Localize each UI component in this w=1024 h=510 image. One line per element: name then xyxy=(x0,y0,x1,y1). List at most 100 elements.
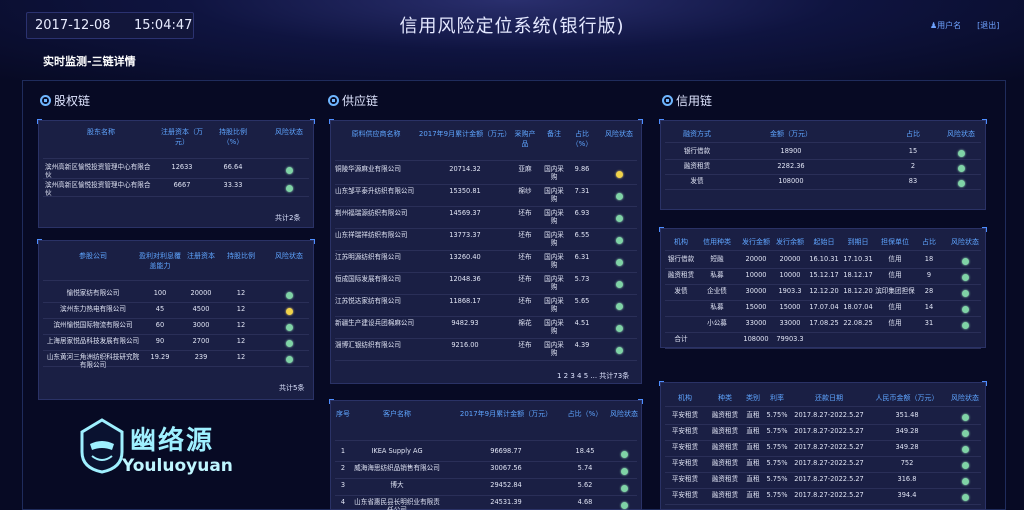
table-cell: 10000 xyxy=(745,271,767,279)
table-cell: 融资租赁 xyxy=(683,162,711,170)
table-header: 股东名称 xyxy=(87,128,115,136)
table-cell: 国内采购 xyxy=(544,187,564,203)
table-cell: 合计 xyxy=(674,335,688,343)
table-cell: 坯布 xyxy=(518,253,532,261)
table-header: 还款日期 xyxy=(815,394,843,402)
risk-status-dot xyxy=(962,258,969,265)
table-header: 发行余额 xyxy=(776,238,804,246)
table-header: 融资方式 xyxy=(683,130,711,138)
table-cell: 小公募 xyxy=(707,319,727,327)
table-cell: 融资租赁 xyxy=(711,475,739,483)
table-header: 序号 xyxy=(336,410,350,418)
table-header: 占比（%） xyxy=(567,410,603,418)
watermark-en: Youluoyuan xyxy=(122,456,233,476)
risk-status-dot xyxy=(962,414,969,421)
table-cell: 5.65 xyxy=(574,297,590,305)
risk-status-dot xyxy=(286,185,293,192)
user-link[interactable]: ♟用户名 xyxy=(930,21,969,30)
table-cell: 5.75% xyxy=(766,475,788,483)
table-footer[interactable]: 共计5条 xyxy=(279,383,304,393)
table-cell: 融资租赁 xyxy=(711,411,739,419)
risk-status-dot xyxy=(616,281,623,288)
table-cell: 发债 xyxy=(690,177,704,185)
table-header: 盈利对利息覆盖能力 xyxy=(139,252,181,270)
table-cell: 上海居家悦品科技发展有限公司 xyxy=(46,337,140,345)
table-cell: 平安租赁 xyxy=(671,459,699,467)
table-cell: 22.08.25 xyxy=(843,319,873,327)
table-cell: 33000 xyxy=(745,319,767,327)
table-cell: 国内采购 xyxy=(544,297,564,313)
table-cell: 5.74 xyxy=(577,464,593,472)
table-cell: 融资租赁 xyxy=(711,491,739,499)
table-header: 注册资本 xyxy=(187,252,215,260)
risk-status-dot xyxy=(962,446,969,453)
table-cell: 信用 xyxy=(888,303,902,311)
table-cell: 18.07.04 xyxy=(843,303,873,311)
table-cell: 2 xyxy=(340,464,346,472)
table-cell: 平安租赁 xyxy=(671,491,699,499)
table-header: 担保单位 xyxy=(881,238,909,246)
table-cell: 棉纱 xyxy=(518,187,532,195)
table-cell: 20000 xyxy=(190,289,212,297)
risk-status-dot xyxy=(286,340,293,347)
table-cell: 山东祥瑞祥纺织有限公司 xyxy=(335,231,408,239)
table-cell: 坯布 xyxy=(518,231,532,239)
table-cell: 33.33 xyxy=(223,181,243,189)
header-divider xyxy=(43,280,309,281)
table-cell: 银行借款 xyxy=(667,255,695,263)
table-cell: 2017.8.27-2022.5.27 xyxy=(794,427,864,435)
table-cell: 国内采购 xyxy=(544,253,564,269)
table-footer[interactable]: 1 2 3 4 5 ... 共计73条 xyxy=(557,371,629,381)
table-header: 占比 xyxy=(906,130,920,138)
table-cell: 18.12.20 xyxy=(843,287,873,295)
table-cell: 国内采购 xyxy=(544,275,564,291)
table-cell: 平安租赁 xyxy=(671,475,699,483)
page-title: 信用风险定位系统(银行版) xyxy=(399,16,625,37)
table-header: 占比（%） xyxy=(571,130,593,148)
table-cell: 3000 xyxy=(192,321,210,329)
table-cell: 31 xyxy=(924,319,934,327)
table-cell: 11868.17 xyxy=(449,297,481,305)
table-cell: 10000 xyxy=(779,271,801,279)
table-cell: 349.28 xyxy=(895,443,919,451)
breadcrumb: 实时监测-三链详情 xyxy=(43,55,136,68)
table-cell: 2017.8.27-2022.5.27 xyxy=(794,491,864,499)
chain-icon xyxy=(328,95,339,106)
table-cell: 30000 xyxy=(745,287,767,295)
table-cell: 融资租赁 xyxy=(667,271,695,279)
table-footer[interactable]: 共计2条 xyxy=(275,213,300,223)
table-row[interactable] xyxy=(665,333,981,349)
table-cell: 30067.56 xyxy=(490,464,522,472)
table-cell: 私募 xyxy=(710,271,724,279)
table-cell: 江苏明源纺织有限公司 xyxy=(335,253,401,261)
table-cell: 20000 xyxy=(779,255,801,263)
table-cell: 15350.81 xyxy=(449,187,481,195)
table-cell: 荆州福瑞源纺织有限公司 xyxy=(335,209,408,217)
table-cell: 企业债 xyxy=(707,287,727,295)
table-header: 风险状态 xyxy=(951,394,979,402)
table-cell: 5.75% xyxy=(766,427,788,435)
table-cell: 4.68 xyxy=(577,498,593,506)
logout-link[interactable]: [退出] xyxy=(977,21,999,30)
table-cell: 银行借款 xyxy=(683,147,711,155)
table-cell: 平安租赁 xyxy=(671,427,699,435)
risk-status-dot xyxy=(958,179,965,187)
table-cell: 4.39 xyxy=(574,341,590,349)
table-cell: 108000 xyxy=(743,335,769,343)
table-cell: 滨印集团担保 xyxy=(875,287,915,295)
table-cell: 12 xyxy=(236,337,246,345)
header-divider xyxy=(335,160,637,161)
table-cell: 信用 xyxy=(888,319,902,327)
username: 用户名 xyxy=(937,21,962,30)
credit-financing-panel: 融资方式 金额（万元） 占比 风险状态 银行借款 18900 15 融资租赁 2282.36 2 发… xyxy=(659,119,987,210)
table-cell: 17.10.31 xyxy=(843,255,873,263)
table-cell: 13260.40 xyxy=(449,253,481,261)
table-cell: 3 xyxy=(340,481,346,489)
table-cell: 1 xyxy=(340,447,346,455)
header-divider xyxy=(43,158,309,159)
table-cell: 24531.39 xyxy=(490,498,522,506)
equity-investments-panel: 参股公司 盈利对利息覆盖能力 注册资本 持股比例 风险状态 愉悦家纺有限公司 100 2000… xyxy=(37,239,315,400)
table-cell: 5.75% xyxy=(766,459,788,467)
table-cell: 12 xyxy=(236,289,246,297)
section-equity-title: 股权链 xyxy=(54,94,91,108)
